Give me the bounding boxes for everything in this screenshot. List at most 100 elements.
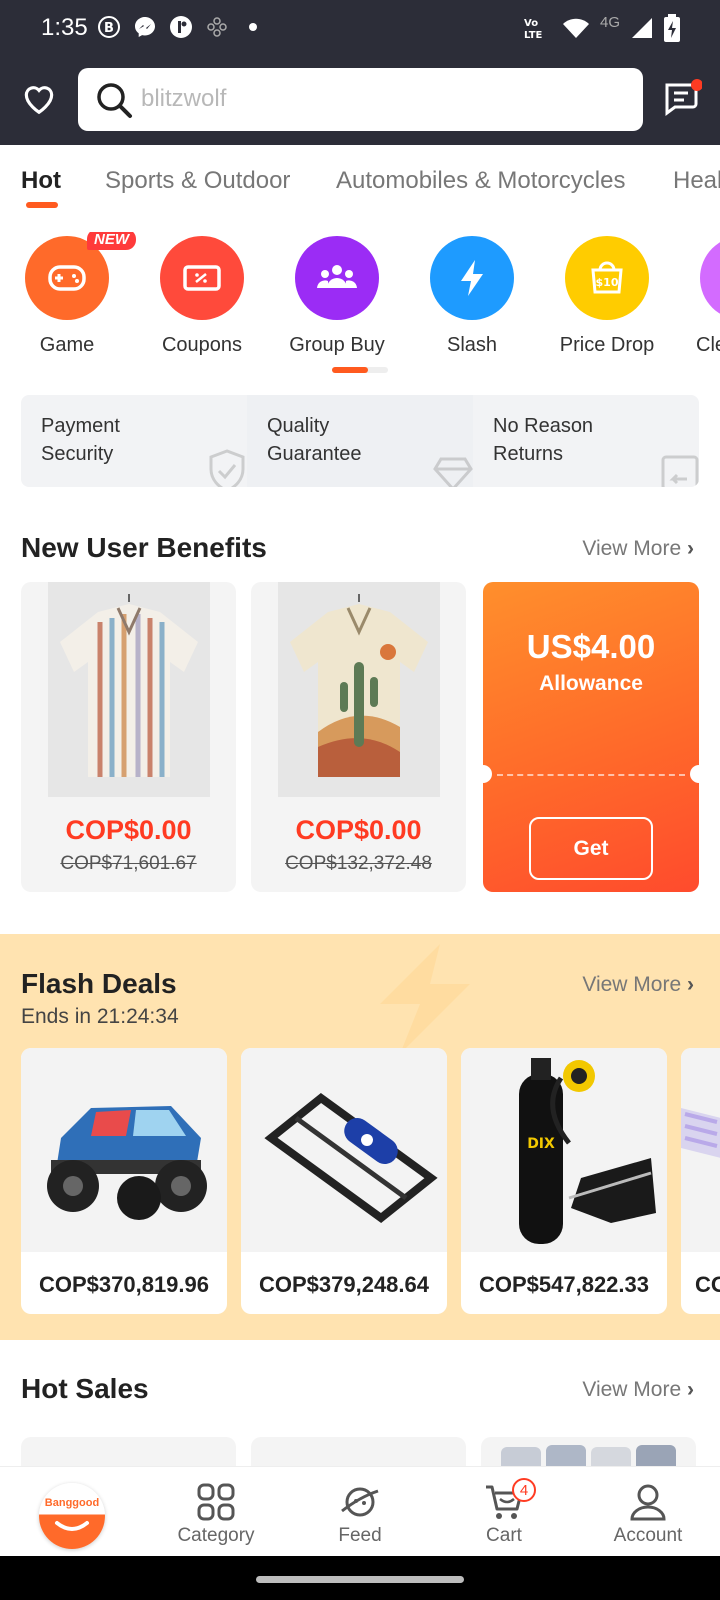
battery-icon: [664, 14, 680, 47]
notification-icons: B: [96, 14, 266, 40]
messenger-icon: [132, 14, 158, 40]
guarantee-quality[interactable]: Quality Guarantee: [247, 395, 473, 487]
tab-hot[interactable]: Hot: [21, 167, 61, 195]
keyboard-image: [681, 1048, 720, 1252]
diamond-icon: [433, 457, 473, 487]
guarantee-payment-security[interactable]: Payment Security: [21, 395, 247, 487]
wifi-icon: [562, 16, 590, 45]
allowance-label: Allowance: [539, 672, 643, 695]
flash-deal-card[interactable]: CO: [681, 1048, 720, 1314]
chevron-right-icon: ›: [687, 973, 694, 996]
category-price-drop[interactable]: $10 Price Drop: [547, 232, 667, 357]
category-label: Slash: [446, 334, 498, 356]
cell-signal-icon: [630, 16, 654, 45]
category-coupons[interactable]: Coupons: [142, 232, 262, 357]
top-header: 1:35 B Vo LTE 4G blitzwolf: [0, 0, 720, 145]
coupon-divider: [497, 774, 685, 776]
svg-text:LTE: LTE: [524, 30, 543, 41]
flash-deal-card[interactable]: COP$370,819.96: [21, 1048, 227, 1314]
search-placeholder: blitzwolf: [141, 85, 227, 112]
category-label: Cle: [696, 334, 720, 356]
nav-category[interactable]: Category: [144, 1467, 288, 1557]
category-label: Game: [39, 334, 95, 356]
flash-deal-price: COP$547,822.33: [478, 1272, 650, 1297]
tab-health[interactable]: Heal: [673, 167, 720, 195]
icon-row-pager: [332, 367, 388, 373]
volte-icon: Vo LTE: [522, 15, 552, 46]
app-icon: [168, 14, 194, 40]
category-slash[interactable]: Slash: [412, 232, 532, 357]
svg-text:DIX: DIX: [527, 1136, 555, 1152]
game-controller-icon: [204, 14, 230, 40]
flash-deal-card[interactable]: DIX COP$547,822.33: [461, 1048, 667, 1314]
cactus-shirt-image: [278, 582, 440, 797]
search-icon: [94, 80, 134, 120]
get-allowance-button[interactable]: Get: [529, 817, 653, 880]
flash-deals-title: Flash Deals: [21, 968, 177, 999]
category-label: Coupons: [161, 334, 243, 356]
guarantee-strip: Payment Security Quality Guarantee No Re…: [21, 395, 699, 487]
feature-icon-row: NEW Game Coupons Group Buy Slash $10 Pri…: [0, 232, 720, 372]
planet-icon: [339, 1481, 381, 1523]
category-label: Price Drop: [559, 334, 655, 356]
new-badge: NEW: [87, 232, 136, 250]
flash-bolt-decoration-icon: [380, 944, 470, 1054]
category-group-buy[interactable]: Group Buy: [277, 232, 397, 357]
product-price: COP$0.00: [65, 815, 192, 845]
flash-deals-section: Flash Deals Ends in 21:24:34 View More ›…: [0, 934, 720, 1340]
tab-automobiles-motorcycles[interactable]: Automobiles & Motorcycles: [336, 167, 625, 195]
clearance-icon: [700, 236, 720, 320]
network-type: 4G: [599, 14, 620, 31]
product-original-price: COP$71,601.67: [60, 853, 197, 874]
messages-icon[interactable]: [662, 77, 703, 117]
nav-account[interactable]: Account: [576, 1467, 720, 1557]
product-original-price: COP$132,372.48: [285, 853, 432, 874]
allowance-coupon-card[interactable]: US$4.00 Allowance Get: [483, 582, 699, 892]
b-app-icon: B: [96, 14, 122, 40]
tab-sports-outdoor[interactable]: Sports & Outdoor: [105, 167, 290, 195]
scuba-tank-image: DIX: [461, 1048, 667, 1252]
allowance-amount: US$4.00: [526, 628, 656, 665]
grid-icon: [195, 1481, 237, 1523]
svg-text:B: B: [104, 21, 114, 36]
group-icon: [295, 236, 379, 320]
rc-truck-image: [21, 1048, 227, 1252]
wishlist-heart-icon[interactable]: [20, 79, 58, 117]
guarantee-no-reason-returns[interactable]: No Reason Returns: [473, 395, 699, 487]
category-game[interactable]: NEW Game: [7, 232, 136, 357]
user-icon: [627, 1481, 669, 1523]
shield-check-icon: [209, 449, 245, 487]
nav-cart[interactable]: Cart: [432, 1467, 576, 1557]
category-clearance[interactable]: Cle: [682, 232, 720, 357]
new-user-product-card[interactable]: COP$0.00 COP$71,601.67: [21, 582, 236, 892]
category-label: Group Buy: [289, 334, 385, 356]
hot-sales-title: Hot Sales: [21, 1373, 149, 1404]
svg-text:Vo: Vo: [524, 18, 538, 29]
striped-shirt-image: [48, 582, 210, 797]
status-right: Vo LTE 4G: [522, 14, 680, 47]
return-box-icon: [661, 455, 699, 487]
gesture-bar: [0, 1556, 720, 1600]
hot-sales-view-more[interactable]: View More ›: [582, 1378, 694, 1402]
flash-deals-countdown: Ends in 21:24:34: [21, 1005, 179, 1028]
flash-deals-view-more[interactable]: View More ›: [582, 973, 694, 997]
status-bar: 1:35 B Vo LTE 4G: [0, 0, 720, 58]
home-gesture-handle[interactable]: [256, 1576, 464, 1583]
lightning-icon: [430, 236, 514, 320]
svg-text:$10: $10: [596, 276, 619, 289]
search-bar[interactable]: blitzwolf: [78, 68, 643, 131]
coupon-icon: [160, 236, 244, 320]
new-user-product-card[interactable]: COP$0.00 COP$132,372.48: [251, 582, 466, 892]
bottom-navigation: Banggood Category Feed Cart Account: [0, 1466, 720, 1556]
product-price: COP$0.00: [295, 815, 422, 845]
flash-deal-card[interactable]: COP$379,248.64: [241, 1048, 447, 1314]
flash-deal-price: COP$370,819.96: [38, 1272, 210, 1297]
nav-feed[interactable]: Feed: [288, 1467, 432, 1557]
flash-deal-price: CO: [695, 1272, 720, 1297]
dot-icon: [240, 14, 266, 40]
chevron-right-icon: ›: [687, 537, 694, 560]
status-time: 1:35: [41, 14, 88, 41]
flash-deal-price: COP$379,248.64: [258, 1272, 430, 1297]
new-user-view-more[interactable]: View More ›: [582, 537, 694, 561]
nav-home[interactable]: Banggood: [0, 1467, 144, 1557]
